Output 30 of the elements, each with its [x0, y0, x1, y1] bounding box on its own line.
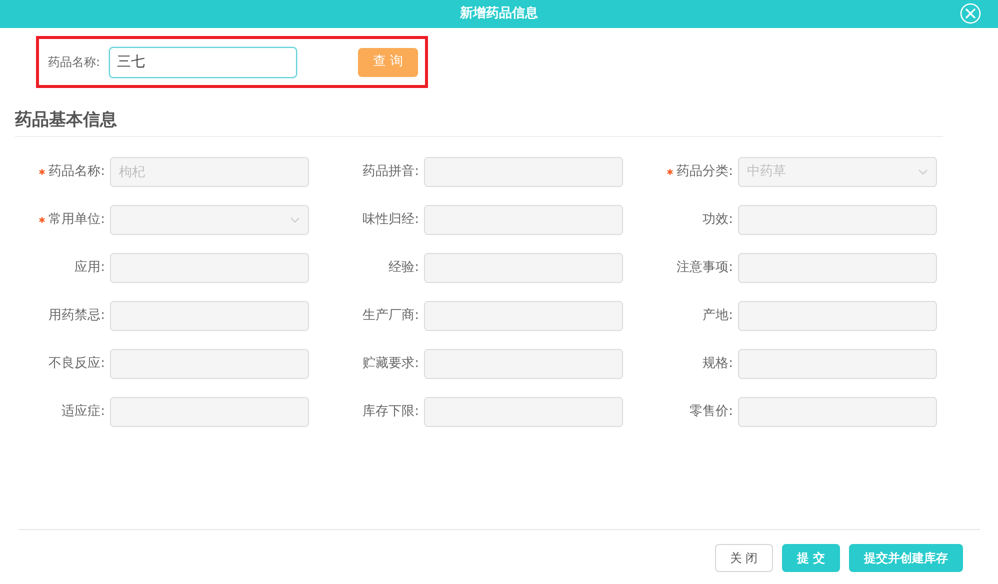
- field-label: 贮藏要求:: [362, 354, 419, 373]
- chevron-down-icon: [290, 216, 300, 222]
- close-icon[interactable]: [960, 3, 981, 24]
- field-label: 药品名称:: [48, 162, 105, 181]
- field-label: 产地:: [702, 306, 733, 325]
- field-label: 功效:: [702, 210, 733, 229]
- field-label: 常用单位:: [48, 210, 105, 229]
- dialog-title: 新增药品信息: [460, 4, 538, 24]
- field-label: 规格:: [702, 354, 733, 373]
- chevron-down-icon: [918, 168, 928, 174]
- query-button[interactable]: 查 询: [358, 48, 418, 76]
- field-label: 药品拼音:: [362, 162, 419, 181]
- footer-button[interactable]: 提 交: [782, 544, 840, 572]
- search-label: 药品名称:: [48, 54, 102, 71]
- field-label: 不良反应:: [48, 354, 105, 373]
- field-label: 用药禁忌:: [48, 306, 105, 325]
- footer-button[interactable]: 关 闭: [714, 544, 773, 572]
- field-label: 生产厂商:: [362, 306, 419, 325]
- field-label: 零售价:: [690, 402, 733, 421]
- select-value: 中药草: [747, 162, 786, 181]
- field-label: 适应症:: [62, 402, 105, 421]
- field-label: 应用:: [74, 258, 105, 277]
- field-label: 药品分类:: [676, 162, 733, 181]
- field-label: 库存下限:: [362, 402, 419, 421]
- field-label: 味性归经:: [362, 210, 419, 229]
- field-label: 注意事项:: [676, 258, 733, 277]
- search-field[interactable]: 三七: [109, 46, 297, 78]
- footer-button[interactable]: 提交并创建库存: [849, 544, 963, 572]
- field-label: 经验:: [388, 258, 419, 277]
- section-title: 药品基本信息: [15, 110, 117, 130]
